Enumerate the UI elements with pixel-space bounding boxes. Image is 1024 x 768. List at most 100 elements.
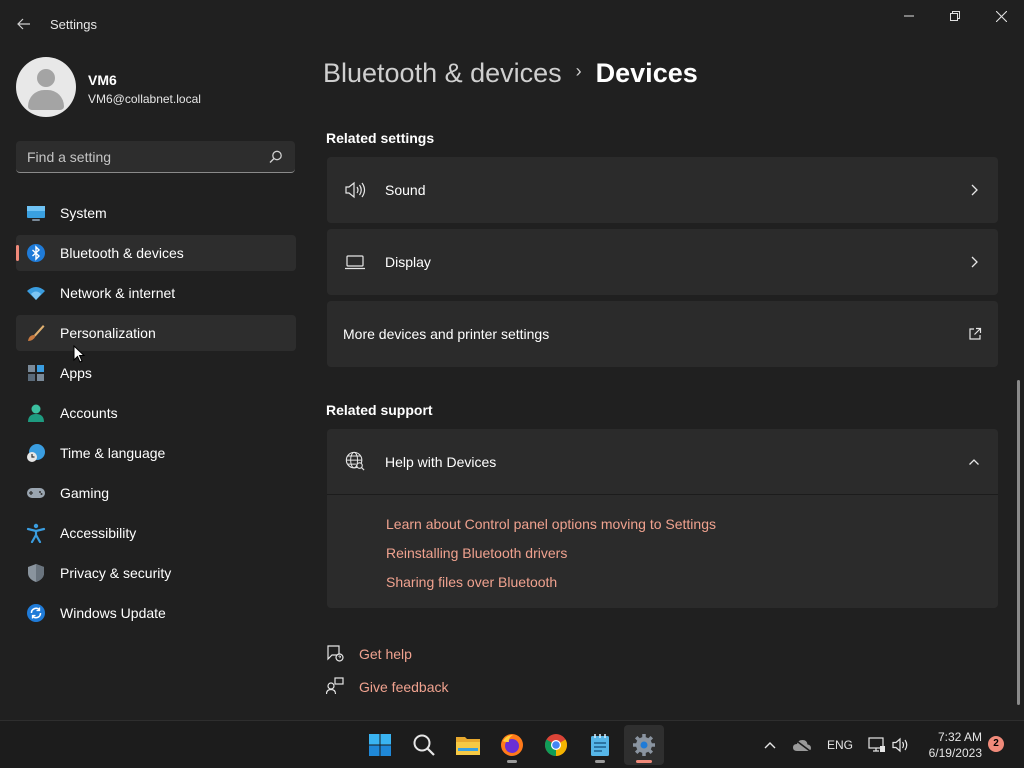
firefox-icon — [501, 734, 523, 756]
sidebar-item-time-language[interactable]: Time & language — [16, 435, 296, 471]
page-title: Devices — [595, 58, 698, 88]
sidebar-item-windows-update[interactable]: Windows Update — [16, 595, 296, 631]
network-icon — [868, 737, 885, 752]
search-icon — [413, 734, 435, 756]
sidebar-item-label: Accessibility — [60, 525, 137, 541]
chevron-up-icon — [764, 742, 776, 749]
globe-icon — [345, 451, 365, 471]
help-link-reinstalling-drivers[interactable]: Reinstalling Bluetooth drivers — [386, 545, 567, 561]
help-with-devices-panel: Help with Devices Learn about Control pa… — [327, 429, 998, 608]
brush-icon — [28, 325, 45, 341]
selection-indicator — [16, 245, 19, 261]
taskbar-search-button[interactable] — [404, 725, 444, 765]
notification-badge[interactable]: 2 — [988, 736, 1004, 752]
profile-name: VM6 — [88, 72, 117, 88]
sidebar-item-accounts[interactable]: Accounts — [16, 395, 296, 431]
globe-clock-icon — [27, 444, 45, 462]
sidebar-item-privacy[interactable]: Privacy & security — [16, 555, 296, 591]
network-tray-button[interactable] — [866, 721, 888, 768]
close-button[interactable] — [978, 0, 1024, 32]
sidebar-item-label: Apps — [60, 365, 92, 381]
external-link-icon — [969, 327, 982, 340]
taskbar-chrome[interactable] — [536, 725, 576, 765]
shield-icon — [28, 564, 44, 582]
running-indicator — [507, 760, 517, 763]
breadcrumb-parent[interactable]: Bluetooth & devices — [323, 58, 562, 88]
person-icon — [28, 404, 44, 422]
card-label: More devices and printer settings — [343, 326, 550, 342]
laptop-icon — [345, 255, 365, 270]
avatar-body — [28, 90, 64, 110]
sidebar-item-label: Time & language — [60, 445, 166, 461]
settings-icon — [633, 734, 655, 756]
back-button[interactable] — [10, 12, 38, 36]
help-with-devices-header[interactable]: Help with Devices — [327, 429, 998, 495]
breadcrumb-separator: › — [575, 61, 582, 81]
maximize-button[interactable] — [932, 0, 978, 32]
related-support-heading: Related support — [326, 402, 433, 418]
show-hidden-icons-button[interactable] — [758, 721, 782, 768]
start-button[interactable] — [360, 725, 400, 765]
help-title: Help with Devices — [385, 454, 497, 470]
user-profile[interactable]: VM6 VM6@collabnet.local — [16, 57, 296, 117]
app-title: Settings — [50, 17, 97, 32]
taskbar-file-explorer[interactable] — [448, 725, 488, 765]
sidebar-item-accessibility[interactable]: Accessibility — [16, 515, 296, 551]
help-link-control-panel[interactable]: Learn about Control panel options moving… — [386, 516, 716, 532]
sidebar-item-label: Accounts — [60, 405, 118, 421]
onedrive-tray-button[interactable] — [790, 721, 814, 768]
sidebar-item-gaming[interactable]: Gaming — [16, 475, 296, 511]
taskbar-settings[interactable] — [624, 725, 664, 765]
speaker-icon — [345, 181, 366, 199]
related-settings-heading: Related settings — [326, 130, 435, 146]
running-indicator — [595, 760, 605, 763]
speaker-icon — [892, 737, 908, 753]
more-devices-printer-settings-card[interactable]: More devices and printer settings — [327, 301, 998, 367]
sidebar-item-system[interactable]: System — [16, 195, 296, 231]
input-language-indicator[interactable]: ENG — [824, 721, 856, 768]
apps-icon — [28, 365, 44, 381]
minimize-button[interactable] — [886, 0, 932, 32]
chevron-right-icon — [971, 256, 978, 268]
file-explorer-icon — [456, 737, 480, 755]
bluetooth-icon — [27, 244, 45, 262]
volume-tray-button[interactable] — [890, 721, 912, 768]
display-card[interactable]: Display — [327, 229, 998, 295]
card-label: Display — [385, 254, 431, 270]
taskbar-notepad[interactable] — [580, 725, 620, 765]
taskbar-firefox[interactable] — [492, 725, 532, 765]
search-icon — [269, 150, 282, 163]
cloud-offline-icon — [793, 738, 811, 752]
start-icon — [369, 734, 391, 756]
sidebar-item-label: Personalization — [60, 325, 156, 341]
avatar-head — [37, 69, 55, 87]
scrollbar[interactable] — [1017, 380, 1020, 705]
profile-email: VM6@collabnet.local — [88, 92, 201, 106]
sidebar-item-network[interactable]: Network & internet — [16, 275, 296, 311]
sidebar-item-label: Gaming — [60, 485, 110, 501]
gamepad-icon — [27, 488, 45, 498]
clock-date: 6/19/2023 — [928, 746, 982, 760]
wifi-icon — [27, 287, 45, 300]
help-link-sharing-files[interactable]: Sharing files over Bluetooth — [386, 574, 557, 590]
clock[interactable]: 7:32 AM 6/19/2023 — [929, 729, 982, 761]
minimize-icon — [904, 15, 914, 17]
restore-icon — [950, 11, 960, 21]
close-icon — [995, 10, 1007, 22]
search-input[interactable]: Find a setting — [16, 141, 295, 173]
sidebar-nav: System Bluetooth & devices Network & int… — [16, 195, 296, 635]
back-arrow-icon — [17, 18, 30, 30]
system-icon — [27, 206, 45, 221]
sidebar-item-bluetooth[interactable]: Bluetooth & devices — [16, 235, 296, 271]
sidebar-item-label: Privacy & security — [60, 565, 172, 581]
sidebar-item-personalization[interactable]: Personalization — [16, 315, 296, 351]
sidebar-item-label: Windows Update — [60, 605, 166, 621]
sidebar-item-apps[interactable]: Apps — [16, 355, 296, 391]
chrome-icon — [545, 734, 567, 756]
give-feedback-label: Give feedback — [359, 679, 449, 695]
sound-card[interactable]: Sound — [327, 157, 998, 223]
breadcrumb: Bluetooth & devices › Devices — [323, 58, 698, 98]
search-placeholder: Find a setting — [27, 149, 112, 165]
get-help-icon — [327, 645, 344, 662]
title-bar: Settings — [0, 0, 1024, 48]
